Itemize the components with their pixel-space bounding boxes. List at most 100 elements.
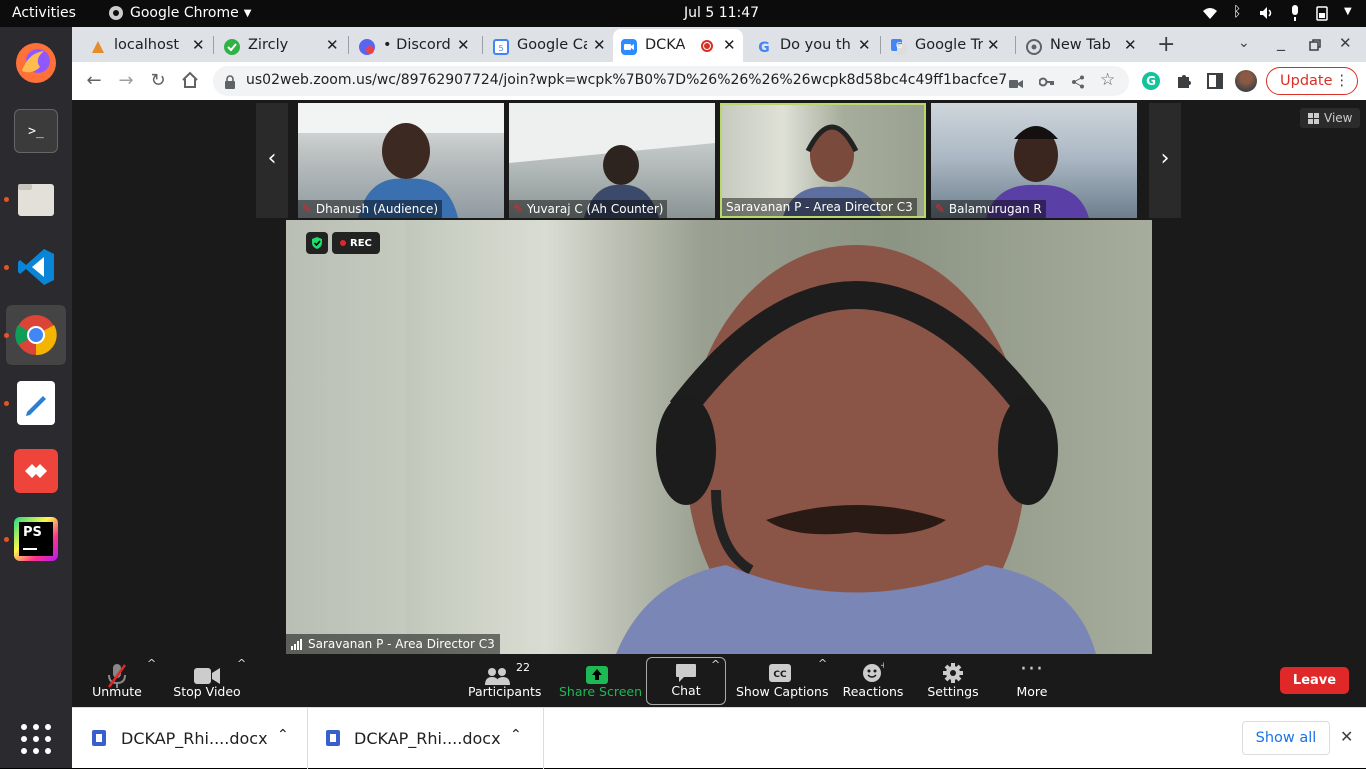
url-text[interactable]: us02web.zoom.us/wc/89762907724/join?wpk=… (246, 72, 1006, 88)
close-icon[interactable]: ✕ (326, 36, 339, 54)
microphone-icon[interactable] (1290, 5, 1300, 25)
lock-icon[interactable] (224, 74, 236, 93)
share-icon[interactable] (1071, 74, 1085, 93)
docx-file-icon (92, 730, 106, 746)
close-icon[interactable]: ✕ (723, 36, 736, 54)
participant-tile[interactable]: ✎ Yuvaraj C (Ah Counter) (509, 103, 715, 218)
terminal-icon[interactable]: >_ (14, 109, 58, 153)
grammarly-icon[interactable]: G (1142, 72, 1160, 90)
close-icon[interactable]: ✕ (593, 36, 606, 54)
download-item[interactable]: DCKAP_Rhi....docx ⌃ (308, 708, 544, 769)
text-editor-icon[interactable] (17, 381, 55, 425)
files-icon[interactable] (14, 177, 58, 221)
tab-google-translate[interactable]: G Google Tr ✕ (883, 33, 1011, 61)
update-button[interactable]: Update ⋮ (1266, 67, 1358, 95)
window-close-icon[interactable]: ✕ (1339, 34, 1352, 52)
chrome-icon[interactable] (6, 305, 66, 365)
show-captions-button[interactable]: CC Show Captions (736, 657, 828, 705)
participant-tile-active-speaker[interactable]: Saravanan P - Area Director C3 (720, 103, 926, 218)
firefox-icon[interactable] (14, 41, 58, 85)
bookmark-star-icon[interactable]: ☆ (1100, 70, 1115, 90)
profile-avatar[interactable] (1235, 70, 1257, 92)
prev-page-button[interactable]: ‹ (256, 103, 288, 218)
video-options-chevron-icon[interactable]: ^ (237, 657, 246, 670)
leave-label: Leave (1292, 673, 1337, 688)
show-apps-icon[interactable] (14, 717, 58, 761)
bluetooth-icon[interactable]: ᛒ (1233, 4, 1241, 20)
address-bar[interactable]: us02web.zoom.us/wc/89762907724/join?wpk=… (213, 66, 1129, 96)
forward-arrow-icon[interactable]: → (116, 71, 136, 91)
svg-text:G: G (758, 40, 770, 55)
next-page-button[interactable]: › (1149, 103, 1181, 218)
captions-cc-icon: CC (769, 664, 791, 682)
reactions-button[interactable]: + Reactions (840, 657, 906, 705)
security-shield-icon[interactable] (306, 232, 328, 254)
download-options-chevron-icon[interactable]: ⌃ (510, 727, 522, 743)
view-button[interactable]: View (1300, 108, 1361, 128)
unmute-button[interactable]: Unmute (86, 657, 148, 705)
download-options-chevron-icon[interactable]: ⌃ (277, 727, 289, 743)
anydesk-icon[interactable] (14, 449, 58, 493)
stop-video-button[interactable]: Stop Video (172, 657, 242, 705)
camera-in-use-icon[interactable] (1009, 75, 1023, 94)
settings-button[interactable]: Settings (922, 657, 984, 705)
close-icon[interactable]: ✕ (858, 36, 871, 54)
close-icon[interactable]: ✕ (192, 36, 205, 54)
side-panel-icon[interactable] (1207, 73, 1223, 93)
running-indicator (4, 401, 9, 406)
volume-icon[interactable] (1258, 5, 1274, 25)
google-favicon-icon: G (756, 39, 772, 56)
tab-discord[interactable]: • Discord | ✕ (351, 33, 479, 61)
tab-search-chevron-icon[interactable]: ⌄ (1238, 35, 1250, 51)
extensions-puzzle-icon[interactable] (1175, 72, 1193, 94)
participant-tile[interactable]: ✎ Balamurugan R (931, 103, 1137, 218)
battery-icon[interactable] (1316, 5, 1328, 25)
reactions-label: Reactions (842, 684, 904, 699)
participants-button[interactable]: 22 Participants (468, 657, 541, 705)
svg-text:+: + (880, 661, 884, 671)
more-button[interactable]: ··· More (1004, 657, 1060, 705)
tab-zircly[interactable]: Zircly ✕ (216, 33, 344, 61)
chat-button[interactable]: Chat ^ (646, 657, 726, 705)
tab-divider (213, 36, 214, 54)
show-all-button[interactable]: Show all (1242, 721, 1330, 755)
app-menu[interactable]: Google Chrome ▼ (108, 5, 251, 21)
download-item[interactable]: DCKAP_Rhi....docx ⌃ (72, 708, 308, 769)
home-icon[interactable] (180, 71, 200, 91)
tab-google-calendar[interactable]: 5 Google Ca ✕ (485, 33, 613, 61)
close-icon[interactable]: ✕ (457, 36, 470, 54)
close-icon[interactable]: ✕ (1124, 36, 1137, 54)
active-speaker-video[interactable]: REC Saravanan P - Area Director C3 (286, 220, 1152, 654)
phpstorm-icon[interactable]: PS (14, 517, 58, 561)
power-menu-chevron-icon[interactable]: ▼ (1344, 6, 1352, 17)
tab-dckap-active[interactable]: DCKAP ✕ (613, 29, 743, 62)
wifi-icon[interactable] (1202, 6, 1218, 24)
reload-icon[interactable]: ↻ (148, 71, 168, 91)
tab-divider (482, 36, 483, 54)
show-all-label: Show all (1255, 730, 1317, 746)
close-downloads-icon[interactable]: ✕ (1340, 727, 1353, 746)
audio-options-chevron-icon[interactable]: ^ (147, 657, 156, 670)
recording-indicator[interactable]: REC (332, 232, 380, 254)
vscode-icon[interactable] (14, 245, 58, 289)
tab-localhost[interactable]: localhost ✕ (82, 33, 210, 61)
tab-new-tab[interactable]: New Tab ✕ (1018, 33, 1146, 61)
leave-button[interactable]: Leave (1280, 667, 1349, 694)
back-arrow-icon[interactable]: ← (84, 71, 104, 91)
minimize-icon[interactable]: _ (1277, 32, 1285, 51)
participant-name: ✎ Balamurugan R (931, 200, 1046, 218)
speaker-video-frame (286, 220, 1096, 654)
participant-tile[interactable]: ✎ Dhanush (Audience) (298, 103, 504, 218)
participant-count: 22 (516, 661, 530, 674)
restore-icon[interactable] (1309, 36, 1321, 55)
new-tab-plus-icon[interactable]: + (1157, 32, 1175, 57)
chat-options-chevron-icon[interactable]: ^ (711, 658, 720, 671)
share-screen-button[interactable]: Share Screen (559, 657, 642, 705)
key-icon[interactable] (1038, 74, 1055, 93)
close-icon[interactable]: ✕ (987, 36, 1000, 54)
tab-google-search[interactable]: G Do you th ✕ (748, 33, 876, 61)
speaker-name-text: Saravanan P - Area Director C3 (308, 637, 495, 651)
captions-options-chevron-icon[interactable]: ^ (818, 657, 827, 670)
clock[interactable]: Jul 5 11:47 (684, 5, 759, 21)
activities-button[interactable]: Activities (12, 5, 76, 21)
